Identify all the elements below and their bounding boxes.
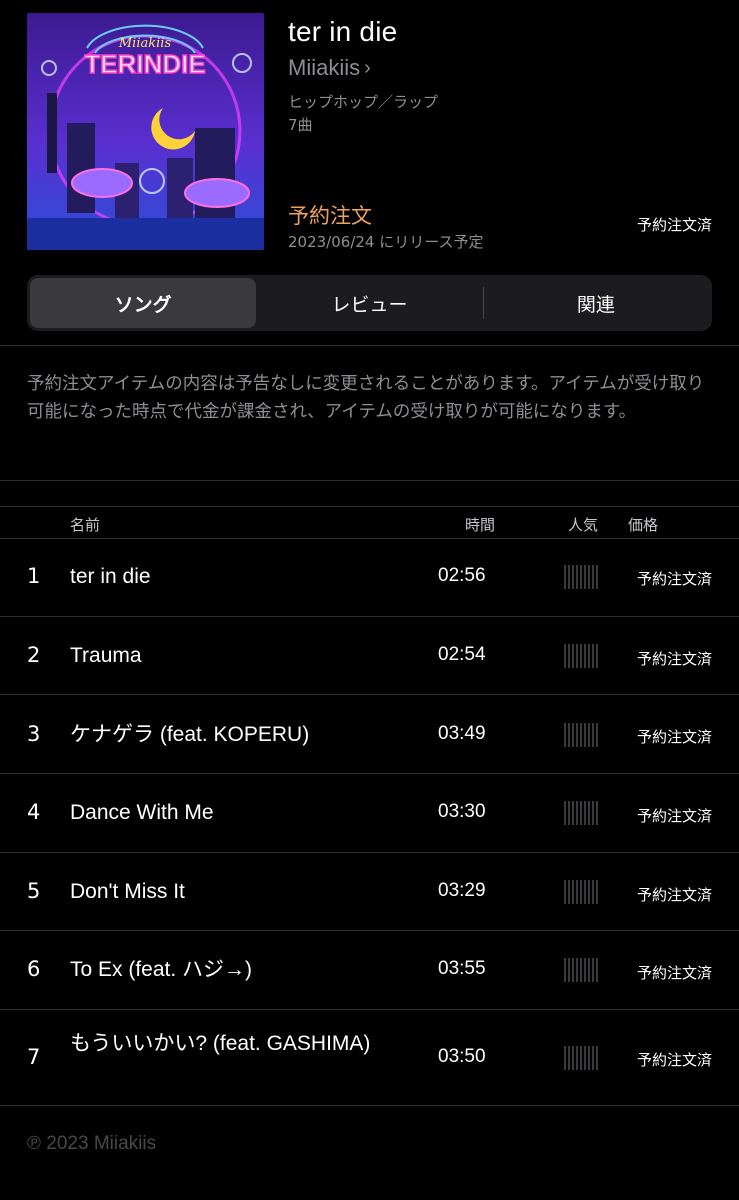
tab-songs[interactable]: ソング (30, 278, 257, 328)
track-title: ケナゲラ (feat. KOPERU) (70, 723, 310, 746)
track-number: 4 (27, 800, 41, 824)
track-price-button[interactable]: 予約注文済 (637, 1049, 712, 1070)
track-price-button[interactable]: 予約注文済 (637, 648, 712, 669)
track-row[interactable]: 5 Don't Miss It 03:29 予約注文済 (0, 852, 739, 930)
track-duration: 03:49 (438, 723, 486, 744)
track-title: ter in die (70, 565, 151, 588)
popularity-bar (564, 1046, 602, 1070)
track-row[interactable]: 2 Trauma 02:54 予約注文済 (0, 616, 739, 694)
tab-related[interactable]: 関連 (483, 278, 709, 328)
track-title: Trauma (70, 644, 142, 667)
segmented-control: ソング レビュー 関連 (27, 275, 712, 331)
popularity-bar (564, 880, 602, 904)
track-number: 6 (27, 957, 41, 981)
track-duration: 03:50 (438, 1046, 486, 1067)
album-artwork[interactable]: Miiakiis TERINDIE (27, 13, 264, 250)
divider (0, 1105, 739, 1106)
preorder-label: 予約注文 (288, 204, 372, 228)
popularity-bar (564, 723, 602, 747)
popularity-bar (564, 644, 602, 668)
track-title: Don't Miss It (70, 880, 185, 903)
track-number: 2 (27, 643, 41, 667)
preorder-status-button[interactable]: 予約注文済 (637, 214, 712, 235)
track-price-button[interactable]: 予約注文済 (637, 805, 712, 826)
column-header-name[interactable]: 名前 (70, 514, 100, 535)
popularity-bar (564, 565, 602, 589)
chevron-right-icon: › (364, 56, 371, 79)
track-title: もういいかい? (feat. GASHIMA) (70, 1032, 371, 1055)
track-row[interactable]: 7 もういいかい? (feat. GASHIMA) 03:50 予約注文済 (0, 1009, 739, 1105)
track-title: To Ex (feat. ハジ→) (70, 958, 253, 981)
popularity-bar (564, 801, 602, 825)
track-duration: 03:30 (438, 801, 486, 822)
track-number: 3 (27, 722, 41, 746)
artist-name[interactable]: Miiakiis (288, 55, 360, 81)
track-price-button[interactable]: 予約注文済 (637, 962, 712, 983)
track-row[interactable]: 3 ケナゲラ (feat. KOPERU) 03:49 予約注文済 (0, 694, 739, 773)
track-title: Dance With Me (70, 801, 214, 824)
track-duration: 02:54 (438, 644, 486, 665)
divider (0, 506, 739, 507)
track-duration: 03:55 (438, 958, 486, 979)
popularity-bar (564, 958, 602, 982)
release-date: 2023/06/24 にリリース予定 (288, 233, 484, 251)
column-header-time[interactable]: 時間 (465, 514, 495, 535)
track-price-button[interactable]: 予約注文済 (637, 884, 712, 905)
track-row[interactable]: 1 ter in die 02:56 予約注文済 (0, 538, 739, 616)
album-title: ter in die (288, 16, 398, 47)
segment-divider (483, 287, 484, 319)
album-header: Miiakiis TERINDIE ter in die Miiakiis › … (0, 0, 739, 270)
track-price-button[interactable]: 予約注文済 (637, 726, 712, 747)
track-duration: 02:56 (438, 565, 486, 586)
track-number: 5 (27, 879, 41, 903)
column-header-price[interactable]: 価格 (628, 514, 658, 535)
divider (0, 480, 739, 481)
track-number: 1 (27, 564, 41, 588)
artwork-logo-big: TERINDIE (84, 49, 205, 79)
copyright: ℗ 2023 Miiakiis (27, 1133, 157, 1154)
track-row[interactable]: 4 Dance With Me 03:30 予約注文済 (0, 773, 739, 852)
tab-reviews[interactable]: レビュー (256, 278, 482, 328)
track-count: 7曲 (288, 116, 313, 134)
track-number: 7 (27, 1045, 41, 1069)
artist-link[interactable]: Miiakiis › (288, 55, 371, 81)
preorder-notice: 予約注文アイテムの内容は予告なしに変更されることがあります。アイテムが受け取り可… (27, 374, 705, 422)
track-row[interactable]: 6 To Ex (feat. ハジ→) 03:55 予約注文済 (0, 930, 739, 1009)
column-header-popularity[interactable]: 人気 (568, 514, 598, 535)
album-genre: ヒップホップ／ラップ (288, 93, 439, 111)
track-price-button[interactable]: 予約注文済 (637, 568, 712, 589)
divider (0, 345, 739, 346)
track-duration: 03:29 (438, 880, 486, 901)
